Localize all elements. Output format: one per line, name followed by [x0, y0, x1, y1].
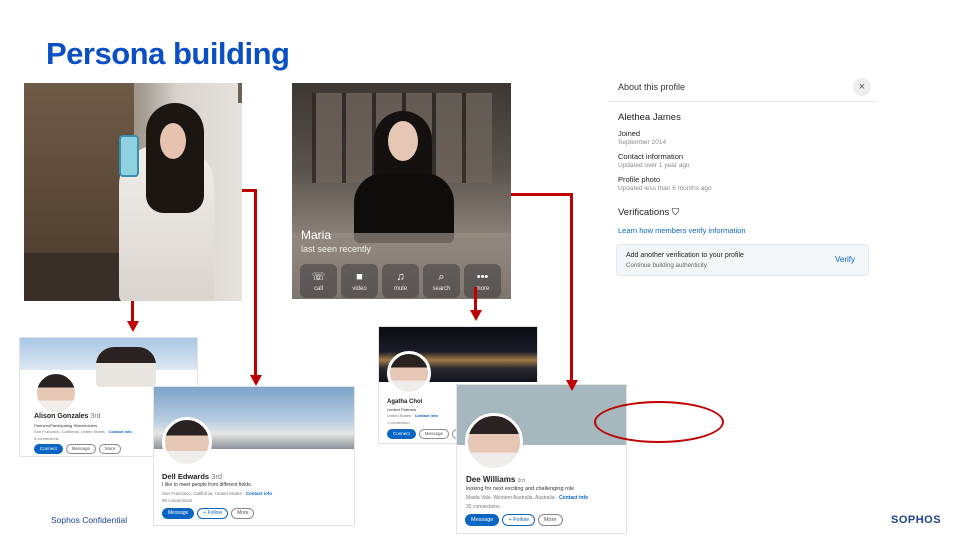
- verifications-heading: Verifications ⛉: [618, 207, 680, 218]
- about-profile-name: Alethea James: [618, 112, 681, 123]
- messenger-last-seen: last seen recently: [301, 244, 372, 254]
- add-verification-box: Add another verification to your profile…: [616, 244, 869, 276]
- shield-icon: ⛉: [671, 207, 680, 218]
- close-icon[interactable]: ×: [853, 78, 871, 96]
- profile-location: Maida Vale, Western Australia, Australia…: [466, 495, 589, 501]
- follow-button[interactable]: + Follow: [502, 514, 535, 526]
- arrow-head: [565, 380, 578, 391]
- profile-card-dell: Dell Edwards 3rd I like to meet people f…: [153, 386, 355, 526]
- message-button[interactable]: Message: [162, 508, 195, 519]
- more-button[interactable]: More: [231, 508, 255, 519]
- verify-button[interactable]: Verify: [835, 255, 855, 264]
- profile-location: San Francisco, California, United States…: [34, 429, 132, 434]
- profile-location: San Francisco, California, United States…: [162, 491, 273, 496]
- arrow-head: [126, 321, 139, 332]
- video-icon: ■: [356, 270, 363, 283]
- profile-headline: I like to meet people from different fie…: [162, 482, 252, 488]
- profile-connections: 56 connections: [162, 498, 193, 503]
- banner-portrait: [96, 347, 156, 387]
- profile-connections: 6 connections: [34, 436, 59, 441]
- mute-button[interactable]: ♫ mute: [382, 264, 419, 298]
- video-button[interactable]: ■ video: [341, 264, 378, 298]
- profile-connections: 32 connections: [466, 504, 500, 510]
- more-icon: •••: [476, 270, 489, 283]
- more-button[interactable]: More: [99, 444, 122, 454]
- profile-photo-value: Updated less than 6 months ago: [618, 185, 712, 192]
- profile-photo-label: Profile photo: [618, 175, 661, 184]
- follow-button[interactable]: + Follow: [197, 508, 229, 519]
- connect-button[interactable]: Connect: [34, 444, 63, 454]
- add-verification-subtitle: Continue building authenticity.: [626, 262, 709, 269]
- search-button[interactable]: ⌕ search: [423, 264, 460, 298]
- arrow-line: [131, 301, 134, 322]
- arrow-head: [469, 310, 482, 321]
- messenger-profile-card: Maria last seen recently ☏ call ■ video ♫ m…: [292, 83, 511, 299]
- profile-connections: 1 connection: [387, 420, 410, 425]
- call-button[interactable]: ☏ call: [300, 264, 337, 298]
- message-button[interactable]: Message: [65, 444, 97, 454]
- arrow-line: [570, 193, 573, 381]
- more-button[interactable]: More: [537, 514, 563, 526]
- add-verification-title: Add another verification to your profile: [626, 252, 744, 259]
- profile-card-dee: Dee Williams 3rd looking for next exciti…: [456, 384, 627, 534]
- profile-headline: Limited Partners: [387, 407, 417, 412]
- connect-button[interactable]: Connect: [387, 429, 416, 439]
- bell-icon: ♫: [396, 270, 405, 283]
- profile-headline: Partners/Participating Shareholders: [34, 423, 98, 428]
- learn-verify-link[interactable]: Learn how members verify information: [618, 226, 746, 235]
- contact-info-label: Contact information: [618, 152, 684, 161]
- profile-name: Dell Edwards 3rd: [162, 472, 223, 481]
- avatar: [34, 371, 78, 415]
- search-icon: ⌕: [438, 270, 445, 283]
- arrow-line: [254, 189, 257, 376]
- sophos-logo: SOPHOS: [891, 514, 942, 526]
- persona-photo-mirror-selfie: [24, 83, 242, 301]
- joined-value: September 2014: [618, 139, 667, 146]
- messenger-contact-name: Maria: [301, 228, 332, 242]
- profile-location: United States · Contact info: [387, 413, 438, 418]
- avatar: [387, 351, 431, 395]
- message-button[interactable]: Message: [465, 514, 500, 526]
- arrow-line: [474, 287, 477, 311]
- profile-name: Agatha Choi: [387, 399, 423, 405]
- highlight-ellipse: [594, 401, 724, 443]
- message-button[interactable]: Message: [418, 429, 450, 439]
- profile-headline: looking for next exciting and challengin…: [466, 486, 575, 492]
- arrow-line: [511, 193, 573, 196]
- avatar: [162, 417, 212, 467]
- about-profile-panel: About this profile × Alethea James Joine…: [608, 71, 878, 286]
- about-heading: About this profile: [618, 82, 686, 92]
- arrow-head: [249, 375, 262, 386]
- profile-name: Alison Gonzales 3rd: [34, 413, 101, 420]
- profile-name: Dee Williams 3rd: [466, 475, 525, 484]
- slide-title: Persona building: [46, 36, 290, 71]
- avatar: [465, 413, 523, 471]
- more-button[interactable]: ••• more: [464, 264, 501, 298]
- contact-info-value: Updated over 1 year ago: [618, 162, 690, 169]
- footer-confidential: Sophos Confidential: [51, 515, 128, 525]
- phone-icon: ☏: [311, 270, 326, 283]
- joined-label: Joined: [618, 129, 641, 138]
